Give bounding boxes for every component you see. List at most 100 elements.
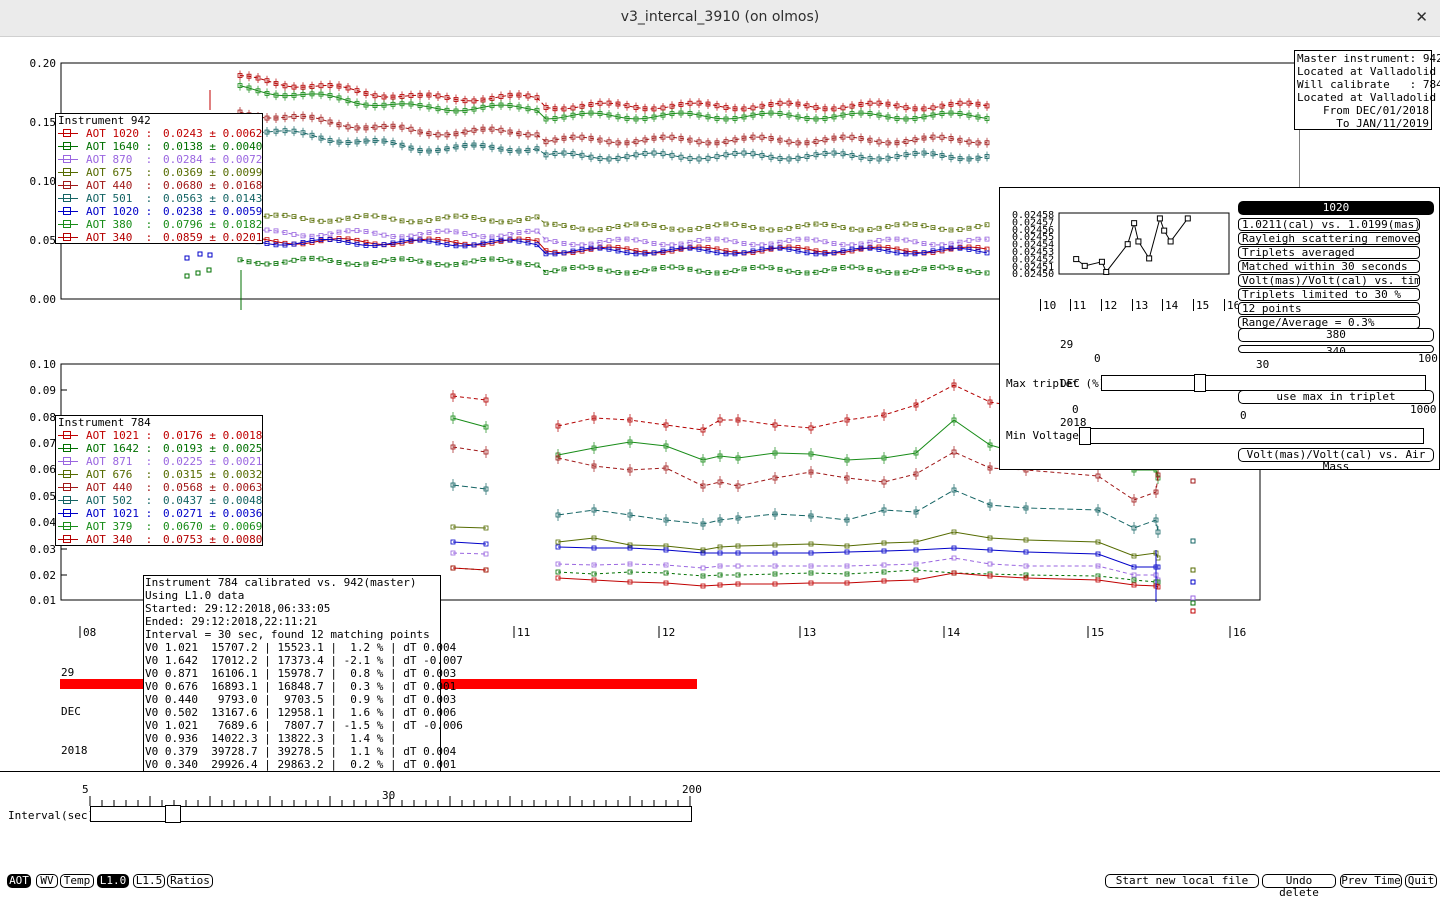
inset-x-tick	[1070, 299, 1071, 311]
inset-data-point[interactable]	[1124, 241, 1131, 248]
data-point[interactable]	[471, 258, 477, 264]
inset-data-point[interactable]	[1156, 215, 1163, 222]
inset-x-tick	[1132, 299, 1133, 311]
inset-x-tick-label: 14	[1165, 299, 1179, 312]
y-tick-label: 0.10	[30, 175, 57, 188]
min-voltage-slider[interactable]	[1079, 428, 1424, 444]
channel-button-380[interactable]: 380	[1238, 328, 1434, 342]
top-series	[237, 80, 990, 124]
inset-info-line: 1.0211(cal) vs. 1.0199(mas)	[1238, 218, 1420, 231]
data-point[interactable]	[1190, 478, 1196, 484]
inset-x-tick-label: 15	[1196, 299, 1210, 312]
data-point[interactable]	[1190, 595, 1196, 601]
legend-entry: AOT 675 : 0.0369 ± 0.0099	[56, 166, 262, 179]
data-point[interactable]	[184, 255, 190, 261]
inset-data-point[interactable]	[1167, 238, 1174, 245]
data-point[interactable]	[195, 270, 201, 276]
channel-selected-button[interactable]: 1020	[1238, 201, 1434, 215]
data-point[interactable]	[1190, 579, 1196, 585]
max-triplet-slider[interactable]	[1101, 375, 1426, 391]
min-voltage-label: Min Voltage	[1006, 429, 1079, 442]
inset-data-point[interactable]	[1103, 268, 1110, 275]
legend-value: 0.0753 ± 0.0080	[163, 533, 263, 546]
data-point[interactable]	[1190, 478, 1196, 484]
mode-button-temp[interactable]: Temp	[60, 874, 94, 888]
quit-button[interactable]: Quit	[1405, 874, 1437, 888]
data-point[interactable]	[966, 237, 972, 243]
x-tick-label: 11	[517, 626, 530, 639]
inset-info-line: Triplets limited to 30 %	[1238, 288, 1420, 301]
data-point[interactable]	[1190, 600, 1196, 606]
info-line: From DEC/01/2018	[1323, 104, 1429, 117]
data-point[interactable]	[184, 273, 190, 279]
legend-entry: AOT 870 : 0.0284 ± 0.0072	[56, 153, 262, 166]
mode-button-aot[interactable]: AOT	[7, 874, 31, 888]
legend-value: 0.0563 ± 0.0143	[163, 192, 263, 205]
data-point[interactable]	[207, 252, 213, 258]
bottom-date-label: 29 DEC 2018	[61, 666, 88, 757]
legend-label: AOT 340 :	[86, 231, 153, 244]
max-triplet-thumb[interactable]	[1194, 374, 1206, 392]
y-tick-label: 0.06	[30, 463, 57, 476]
inset-data-point[interactable]	[1146, 255, 1153, 262]
y-tick-label: 0.10	[30, 360, 57, 371]
data-point[interactable]	[606, 238, 612, 243]
mode-button-l15[interactable]: L1.5	[133, 874, 165, 888]
close-icon[interactable]: ✕	[1415, 8, 1428, 26]
prev-time-button[interactable]: Prev Time	[1340, 874, 1402, 888]
bottom-series	[450, 550, 1196, 601]
data-point[interactable]	[913, 567, 919, 573]
legend-label: AOT 1021 :	[86, 429, 153, 442]
airmass-button[interactable]: Volt(mas)/Volt(cal) vs. Air Mass	[1238, 448, 1434, 473]
inset-x-tick	[1040, 299, 1041, 311]
data-point[interactable]	[471, 232, 477, 238]
data-point[interactable]	[876, 238, 882, 243]
inset-data-point[interactable]	[1081, 262, 1088, 269]
channel-button-340[interactable]: 340	[1238, 345, 1434, 353]
data-point[interactable]	[197, 251, 203, 257]
info-line: To JAN/11/2019	[1336, 117, 1429, 130]
use-max-in-triplet-button[interactable]: use max in triplet	[1238, 390, 1434, 404]
data-point[interactable]	[1190, 608, 1196, 614]
info-line: Master instrument: 942	[1297, 52, 1440, 65]
data-point[interactable]	[714, 222, 720, 228]
interval-max: 200	[682, 783, 702, 796]
data-point[interactable]	[1190, 567, 1196, 573]
stats-row: V0 0.340 29926.4 | 29863.2 | 0.2 % | dT …	[145, 758, 457, 771]
mode-button-l10[interactable]: L1.0	[97, 874, 129, 888]
top-series	[237, 227, 990, 248]
legend-label: AOT 871 :	[86, 455, 153, 468]
mode-button-wv[interactable]: WV	[36, 874, 58, 888]
legend-swatch-icon	[58, 220, 78, 228]
legend-label: AOT 340 :	[86, 533, 153, 546]
data-point[interactable]	[696, 238, 702, 243]
mode-button-ratios[interactable]: Ratios	[167, 874, 213, 888]
inset-data-point[interactable]	[1184, 215, 1191, 222]
start-new-local-file-button[interactable]: Start new local file	[1105, 874, 1259, 888]
legend-entry: AOT 1020 : 0.0243 ± 0.0062	[56, 127, 262, 140]
legend-swatch-icon	[58, 483, 78, 491]
max-triplet-mid: 30	[1256, 358, 1270, 371]
data-point[interactable]	[786, 238, 792, 243]
legend-label: AOT 1020 :	[86, 205, 153, 218]
legend-entry: AOT 340 : 0.0859 ± 0.0201	[56, 231, 262, 244]
y-tick-label: 0.01	[30, 594, 57, 607]
interval-slider-thumb[interactable]	[165, 805, 181, 823]
data-point[interactable]	[206, 267, 212, 273]
stats-row: V0 1.642 17012.2 | 17373.4 | -2.1 % | dT…	[145, 654, 463, 667]
inset-data-point[interactable]	[1135, 238, 1142, 245]
max-triplet-min: 0	[1094, 352, 1101, 365]
bottom-series	[450, 479, 1196, 544]
inset-plot[interactable]: 0.024580.024570.024560.024550.024540.024…	[1000, 188, 1240, 298]
inset-data-point[interactable]	[1161, 227, 1168, 234]
y-tick-label: 0.05	[30, 234, 57, 247]
inset-data-point[interactable]	[1073, 256, 1080, 263]
legend-label: AOT 501 :	[86, 192, 153, 205]
inset-data-point[interactable]	[1098, 258, 1105, 265]
inset-data-point[interactable]	[1131, 220, 1138, 227]
data-point[interactable]	[1190, 538, 1196, 544]
divider	[0, 771, 1440, 772]
undo-delete-button[interactable]: Undo delete	[1262, 874, 1336, 899]
inset-x-tick	[1224, 299, 1225, 311]
min-voltage-thumb[interactable]	[1079, 427, 1091, 445]
